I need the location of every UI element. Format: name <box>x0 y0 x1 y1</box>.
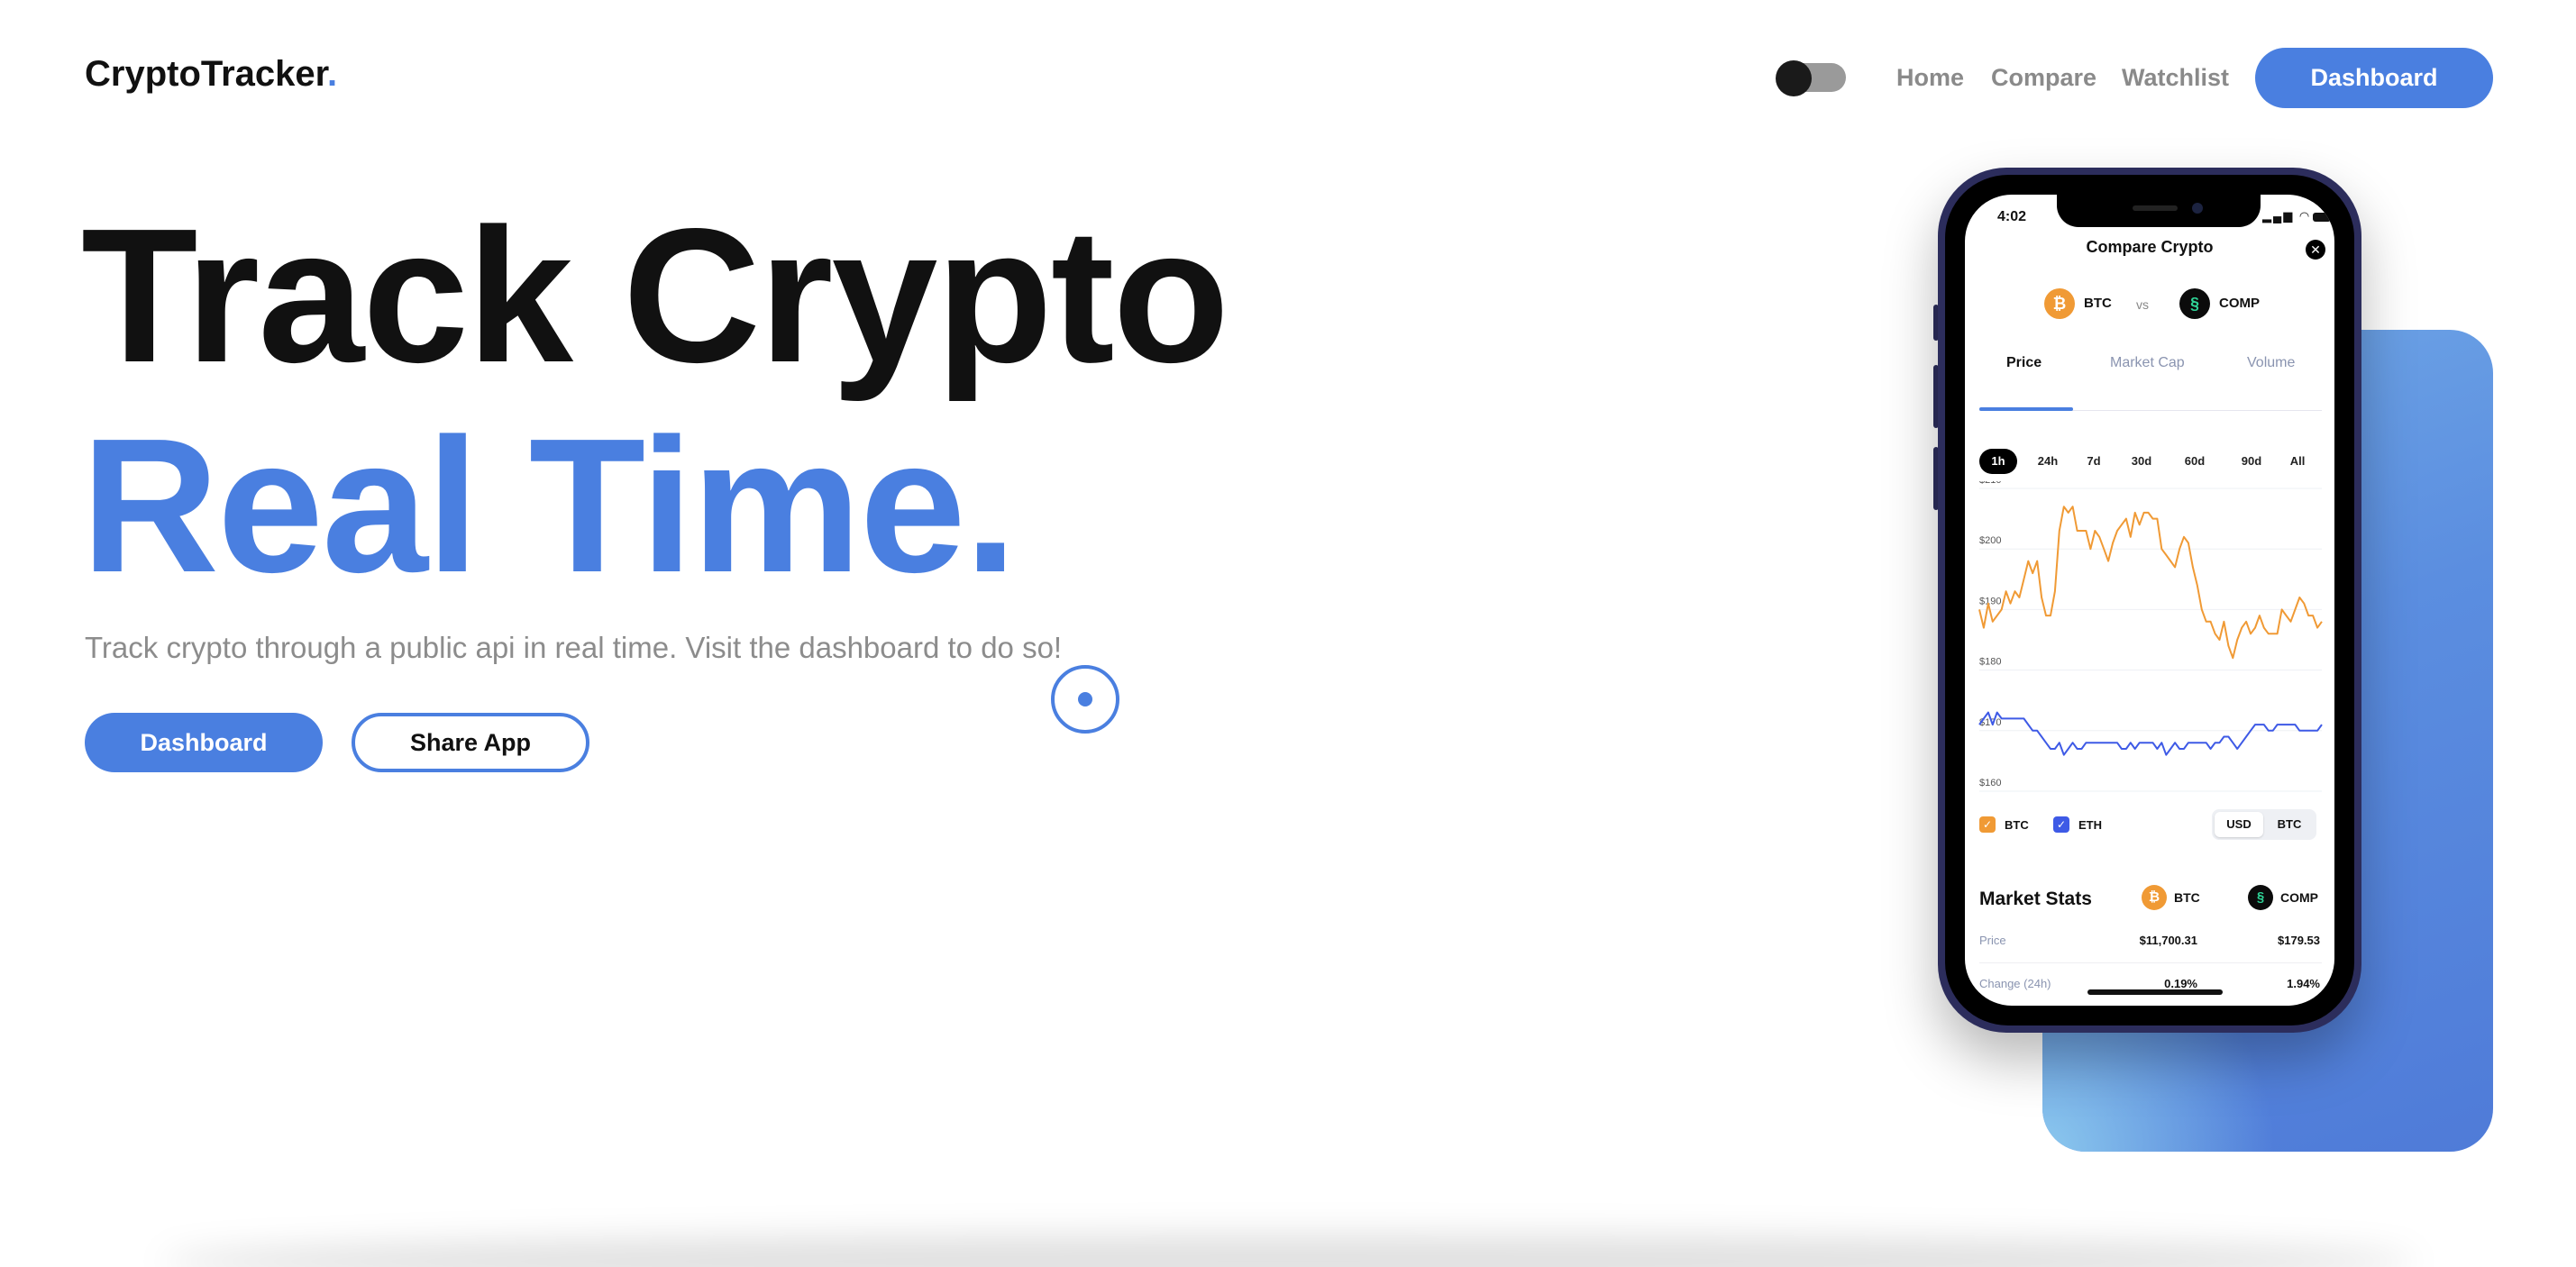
status-time: 4:02 <box>1997 209 2027 224</box>
home-indicator <box>2087 989 2223 995</box>
coin-b-label: COMP <box>2219 296 2260 311</box>
legend-btc-label: BTC <box>2005 818 2029 832</box>
stats-coin-a-label: BTC <box>2174 890 2200 905</box>
currency-toggle: USD BTC <box>2212 809 2316 840</box>
vs-label: vs <box>2136 297 2149 312</box>
unit-btc-button[interactable]: BTC <box>2265 812 2314 837</box>
active-tab-indicator <box>1979 407 2073 411</box>
market-stats-title: Market Stats <box>1979 889 2092 909</box>
range-24h[interactable]: 24h <box>2030 449 2066 474</box>
range-1h[interactable]: 1h <box>1979 449 2017 474</box>
tab-volume[interactable]: Volume <box>2247 355 2295 371</box>
y-tick-label: $200 <box>1979 535 2001 546</box>
share-app-button[interactable]: Share App <box>352 713 589 772</box>
logo-text: CryptoTracker <box>85 54 328 94</box>
y-tick-label: $180 <box>1979 657 2001 668</box>
logo-dot: . <box>327 54 338 94</box>
price-chart: $210$200$190$180$170$160 <box>1978 481 2323 792</box>
range-all[interactable]: All <box>2284 449 2311 474</box>
signal-wifi-icon: ▂▄▆ ◠ <box>2262 209 2312 223</box>
range-30d[interactable]: 30d <box>2125 449 2158 474</box>
landing-page: CryptoTracker. Home Compare Watchlist Da… <box>0 0 2576 1267</box>
stat-value-b: 1.94% <box>2287 977 2320 990</box>
stat-label: Price <box>1979 934 2006 947</box>
stat-divider <box>1979 962 2322 963</box>
unit-usd-button[interactable]: USD <box>2215 812 2263 837</box>
hero-dashboard-button[interactable]: Dashboard <box>85 713 323 772</box>
stat-row-change: Change (24h) 0.19% 1.94% <box>1965 977 2334 1000</box>
app-title: Compare Crypto <box>2086 238 2214 256</box>
battery-icon <box>2313 213 2331 222</box>
hero-subtitle: Track crypto through a public api in rea… <box>85 631 1063 664</box>
coin-a-label: BTC <box>2084 296 2112 311</box>
range-90d[interactable]: 90d <box>2235 449 2268 474</box>
series-line-eth <box>1978 711 2323 756</box>
stats-coin-b-label: COMP <box>2280 890 2318 905</box>
phone-mockup: 4:02 ▂▄▆ ◠ Compare Crypto ✕ ₿ BTC vs § C… <box>1938 168 2361 1033</box>
phone-bezel: 4:02 ▂▄▆ ◠ Compare Crypto ✕ ₿ BTC vs § C… <box>1945 175 2354 1025</box>
y-tick-label: $160 <box>1979 778 2001 788</box>
tab-market-cap[interactable]: Market Cap <box>2110 355 2185 371</box>
legend-eth-label: ETH <box>2078 818 2102 832</box>
checkbox-checked-icon: ✓ <box>2053 816 2069 833</box>
tab-price[interactable]: Price <box>2006 355 2042 371</box>
phone-screen: 4:02 ▂▄▆ ◠ Compare Crypto ✕ ₿ BTC vs § C… <box>1965 195 2334 1006</box>
hero-title: Track Crypto <box>81 188 1229 402</box>
speaker-icon <box>2133 205 2178 211</box>
stat-row-price: Price $11,700.31 $179.53 <box>1965 934 2334 957</box>
stat-value-a: 0.19% <box>2164 977 2197 990</box>
section-bottom-shadow <box>162 1235 2416 1267</box>
chart-tabs: Price Market Cap Volume <box>1965 355 2334 391</box>
checkbox-checked-icon: ✓ <box>1979 816 1996 833</box>
compound-icon: § <box>2248 885 2273 910</box>
stat-value-a: $11,700.31 <box>2139 934 2197 947</box>
bitcoin-icon: ₿ <box>2044 288 2075 319</box>
bitcoin-icon: ₿ <box>2142 885 2167 910</box>
theme-toggle[interactable] <box>1776 60 1846 96</box>
cursor-ring-icon <box>1051 665 1119 734</box>
compound-icon: § <box>2179 288 2210 319</box>
nav-link-home[interactable]: Home <box>1896 64 1964 92</box>
stat-label: Change (24h) <box>1979 977 2051 990</box>
close-icon[interactable]: ✕ <box>2306 240 2325 260</box>
cursor-dot-icon <box>1078 692 1092 706</box>
range-7d[interactable]: 7d <box>2080 449 2107 474</box>
nav-dashboard-button[interactable]: Dashboard <box>2255 48 2493 108</box>
phone-notch <box>2057 195 2261 227</box>
range-60d[interactable]: 60d <box>2179 449 2211 474</box>
logo[interactable]: CryptoTracker. <box>85 54 337 95</box>
toggle-knob-icon <box>1776 60 1812 96</box>
camera-icon <box>2192 203 2203 214</box>
y-tick-label: $210 <box>1979 481 2001 486</box>
nav-link-compare[interactable]: Compare <box>1991 64 2096 92</box>
y-tick-label: $190 <box>1979 596 2001 606</box>
stat-value-b: $179.53 <box>2278 934 2320 947</box>
nav-link-watchlist[interactable]: Watchlist <box>2122 64 2229 92</box>
series-line-btc <box>1978 506 2323 660</box>
hero-title-accent: Real Time. <box>81 398 1018 612</box>
